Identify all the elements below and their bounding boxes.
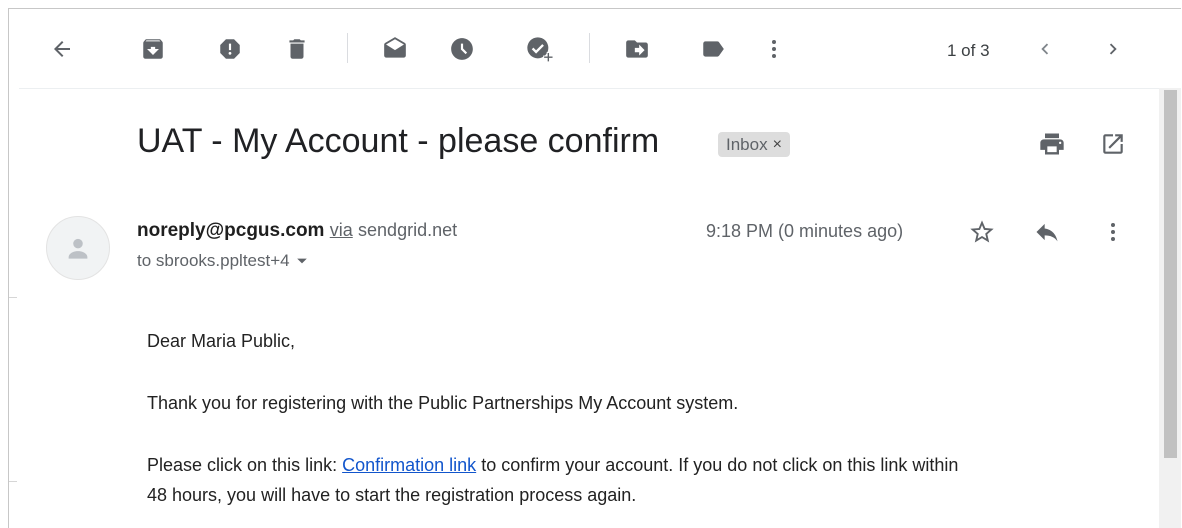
sender-avatar[interactable] (46, 216, 110, 280)
caret-down-icon (296, 258, 307, 264)
edge-tick (9, 481, 17, 482)
back-arrow-icon (54, 41, 70, 57)
newer-button[interactable] (1025, 29, 1065, 69)
email-subject: UAT - My Account - please confirm (137, 122, 660, 160)
snooze-icon (451, 38, 473, 60)
recipient-details[interactable]: to sbrooks.ppltest+4 (137, 251, 308, 271)
delete-icon (289, 39, 305, 59)
body-line-3: 48 hours, you will have to start the reg… (147, 485, 637, 505)
open-in-new-icon (1103, 134, 1123, 154)
back-button[interactable] (42, 29, 82, 69)
pagination-count: 1 of 3 (947, 41, 990, 60)
delete-button[interactable] (277, 29, 317, 69)
more-vert-icon (1111, 223, 1115, 241)
label-name: Inbox (726, 134, 768, 154)
sender-line: noreply@pcgus.com via sendgrid.net (137, 220, 457, 242)
snooze-button[interactable] (442, 29, 482, 69)
label-icon (703, 41, 724, 57)
confirmation-link[interactable]: Confirmation link (342, 455, 476, 475)
message-more-button[interactable] (1093, 212, 1133, 252)
print-icon (1040, 133, 1064, 155)
via-link[interactable]: via (330, 220, 353, 240)
inbox-label-chip: Inbox × (718, 132, 790, 157)
scrollbar-thumb[interactable] (1164, 90, 1177, 458)
archive-button[interactable] (133, 29, 173, 69)
more-vert-icon (772, 40, 776, 58)
report-spam-button[interactable] (210, 29, 250, 69)
sender-email[interactable]: noreply@pcgus.com (137, 220, 324, 241)
chevron-left-icon (1041, 43, 1049, 55)
person-icon (68, 238, 88, 259)
older-button[interactable] (1093, 29, 1133, 69)
recipient-text: to sbrooks.ppltest+4 (137, 251, 290, 270)
archive-icon (143, 39, 163, 59)
open-new-window-button[interactable] (1093, 124, 1133, 164)
body-line-2: Please click on this link: Confirmation … (147, 455, 958, 476)
move-to-icon (626, 40, 648, 58)
body-line-1: Thank you for registering with the Publi… (147, 393, 739, 413)
add-to-tasks-button[interactable] (519, 29, 559, 69)
toolbar-divider-line (19, 88, 1159, 89)
body-line-2-start: Please click on this link: (147, 455, 338, 475)
body-line-2-end: to confirm your account. If you do not c… (481, 455, 959, 475)
edge-tick (9, 297, 17, 298)
move-to-button[interactable] (617, 29, 657, 69)
star-outline-icon (970, 220, 994, 243)
label-button[interactable] (693, 29, 733, 69)
add-to-tasks-icon (527, 37, 553, 63)
mark-unread-icon (384, 37, 406, 58)
email-view: 1 of 3 UAT - My Account - please confirm… (8, 8, 1181, 528)
toolbar-divider (347, 33, 348, 63)
received-time: 9:18 PM (0 minutes ago) (706, 221, 904, 241)
reply-button[interactable] (1027, 212, 1067, 252)
reply-icon (1036, 223, 1058, 242)
mark-unread-button[interactable] (375, 29, 415, 69)
star-button[interactable] (962, 212, 1002, 252)
body-greeting: Dear Maria Public, (147, 331, 296, 351)
more-options-button[interactable] (754, 29, 794, 69)
report-spam-icon (220, 39, 240, 59)
toolbar-divider (589, 33, 590, 63)
remove-label-button[interactable]: × (773, 136, 782, 154)
chevron-right-icon (1109, 43, 1117, 55)
print-all-button[interactable] (1032, 124, 1072, 164)
via-domain: sendgrid.net (358, 220, 458, 240)
